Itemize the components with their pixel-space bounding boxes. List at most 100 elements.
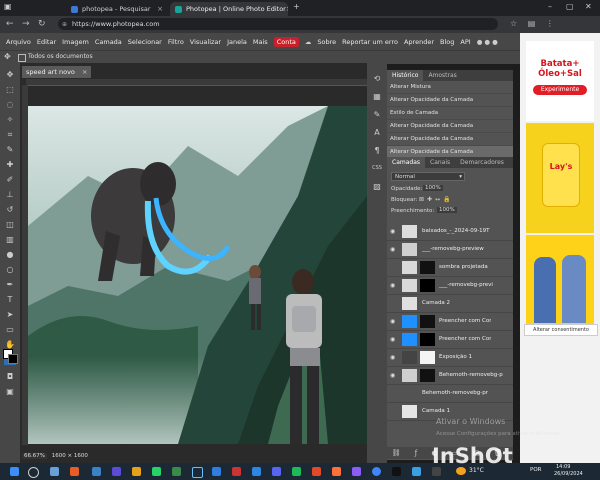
eye-icon[interactable]: ◉: [390, 372, 397, 379]
app-icon[interactable]: [212, 467, 221, 476]
layer-row[interactable]: Behemoth-removebg-pr: [387, 385, 513, 403]
start-icon[interactable]: [10, 467, 19, 476]
app-icon[interactable]: [70, 467, 79, 476]
url-field[interactable]: https://www.photopea.com: [58, 18, 498, 30]
pen-tool-icon[interactable]: ✒: [4, 279, 16, 290]
eye-icon[interactable]: ◉: [390, 228, 397, 235]
ad-cta-button[interactable]: Experimente: [533, 85, 587, 95]
search-icon[interactable]: [28, 467, 39, 478]
consent-button[interactable]: Alterar consentimento: [524, 324, 598, 336]
opacity-input[interactable]: 100%: [423, 185, 443, 191]
language-indicator[interactable]: POR: [530, 467, 541, 473]
maximize-icon[interactable]: ▢: [566, 2, 574, 11]
history-item[interactable]: Alterar Mistura: [387, 81, 513, 94]
browser-tab-photopea[interactable]: Photopea | Online Photo Editor ×: [170, 2, 288, 16]
history-item[interactable]: Estilo de Camada: [387, 107, 513, 120]
ad-banner-top[interactable]: Batata+ Óleo+Sal Experimente: [526, 41, 594, 121]
css-panel-icon[interactable]: CSS: [371, 163, 383, 174]
app-icon[interactable]: [112, 467, 121, 476]
menu-arquivo[interactable]: Arquivo: [6, 38, 31, 46]
background-color-swatch[interactable]: [8, 354, 18, 364]
menu-imagem[interactable]: Imagem: [62, 38, 89, 46]
brush-panel-icon[interactable]: ✎: [371, 109, 383, 120]
shape-tool-icon[interactable]: ▭: [4, 324, 16, 335]
menu-blog[interactable]: Blog: [440, 38, 454, 46]
taskview-icon[interactable]: [50, 467, 59, 476]
healing-brush-icon[interactable]: ✚: [4, 159, 16, 170]
close-icon[interactable]: ×: [286, 5, 288, 13]
menu-sobre[interactable]: Sobre: [317, 38, 336, 46]
extensions-icons[interactable]: ☆ ▤ ⋮: [510, 19, 558, 28]
app-icon[interactable]: [292, 467, 301, 476]
chrome-icon[interactable]: [372, 467, 381, 476]
browser-tab-search[interactable]: photopea - Pesquisar ×: [66, 2, 168, 16]
minimize-icon[interactable]: –: [548, 2, 552, 11]
tab-camadas[interactable]: Camadas: [387, 157, 425, 168]
app-icon[interactable]: [352, 467, 361, 476]
close-icon[interactable]: ×: [82, 68, 87, 76]
layer-row[interactable]: ◉ Preencher com Cor: [387, 313, 513, 331]
quick-mask-icon[interactable]: ◘: [4, 371, 16, 382]
weather-icon[interactable]: [456, 467, 466, 475]
history-item[interactable]: Alterar Opacidade da Camada: [387, 94, 513, 107]
tab-amostras[interactable]: Amostras: [423, 70, 461, 81]
menu-filtro[interactable]: Filtro: [168, 38, 184, 46]
history-item[interactable]: Alterar Opacidade da Camada: [387, 133, 513, 146]
firefox-icon[interactable]: [332, 467, 341, 476]
menu-camada[interactable]: Camada: [95, 38, 122, 46]
tab-demarcadores[interactable]: Demarcadores: [455, 157, 509, 168]
menu-mais[interactable]: Mais: [253, 38, 268, 46]
eye-icon[interactable]: ◉: [390, 354, 397, 361]
app-icon[interactable]: [432, 467, 441, 476]
clock-time[interactable]: 14:09: [556, 464, 570, 470]
layer-row[interactable]: ◉ Behemoth-removebg-p: [387, 367, 513, 385]
blur-tool-icon[interactable]: ●: [4, 249, 16, 260]
forward-icon[interactable]: →: [22, 19, 30, 29]
ad-people-image[interactable]: [526, 235, 594, 325]
zoom-value[interactable]: 66.67%: [22, 453, 47, 459]
back-icon[interactable]: ←: [6, 19, 14, 29]
layer-row[interactable]: ◉ ___-removebg-previ: [387, 277, 513, 295]
menu-janela[interactable]: Janela: [227, 38, 247, 46]
app-icon[interactable]: [172, 467, 181, 476]
account-button[interactable]: Conta: [273, 36, 299, 47]
history-brush-icon[interactable]: ↺: [4, 204, 16, 215]
document-tab[interactable]: speed art novo ×: [22, 66, 92, 78]
app-icon[interactable]: [312, 467, 321, 476]
marquee-tool-icon[interactable]: ⬚: [4, 84, 16, 95]
clone-stamp-icon[interactable]: ⊥: [4, 189, 16, 200]
menu-aprender[interactable]: Aprender: [404, 38, 434, 46]
all-docs-checkbox[interactable]: [18, 54, 26, 62]
tab-canais[interactable]: Canais: [425, 157, 455, 168]
layer-row[interactable]: sombra projetada: [387, 259, 513, 277]
eye-icon[interactable]: ◉: [390, 246, 397, 253]
menu-visualizar[interactable]: Visualizar: [190, 38, 221, 46]
canvas-artwork[interactable]: [28, 106, 367, 444]
clock-date[interactable]: 26/09/2024: [554, 471, 583, 477]
move-tool-icon[interactable]: ✥: [4, 69, 16, 80]
layer-row[interactable]: ◉ Exposição 1: [387, 349, 513, 367]
layer-row[interactable]: ◉ Preencher com Cor: [387, 331, 513, 349]
app-icon[interactable]: [92, 467, 101, 476]
app-icon[interactable]: [252, 467, 261, 476]
app-icon[interactable]: [392, 467, 401, 476]
new-tab-button[interactable]: +: [293, 2, 300, 11]
paragraph-panel-icon[interactable]: ¶: [371, 145, 383, 156]
eraser-tool-icon[interactable]: ◫: [4, 219, 16, 230]
character-panel-icon[interactable]: A: [371, 127, 383, 138]
crop-tool-icon[interactable]: ⌗: [4, 129, 16, 140]
tab-historico[interactable]: Histórico: [387, 70, 424, 81]
move-tool-icon[interactable]: ✥: [4, 52, 11, 61]
layer-row[interactable]: Camada 2: [387, 295, 513, 313]
path-select-icon[interactable]: ➤: [4, 309, 16, 320]
close-window-icon[interactable]: ✕: [585, 2, 592, 11]
magic-wand-icon[interactable]: ✧: [4, 114, 16, 125]
lasso-tool-icon[interactable]: ◌: [4, 99, 16, 110]
app-icon[interactable]: [412, 467, 421, 476]
history-panel-icon[interactable]: ⟲: [371, 73, 383, 84]
whatsapp-icon[interactable]: [152, 467, 161, 476]
image-panel-icon[interactable]: ▨: [371, 181, 383, 192]
eye-icon[interactable]: ◉: [390, 336, 397, 343]
eye-icon[interactable]: ◉: [390, 318, 397, 325]
eyedropper-icon[interactable]: ✎: [4, 144, 16, 155]
